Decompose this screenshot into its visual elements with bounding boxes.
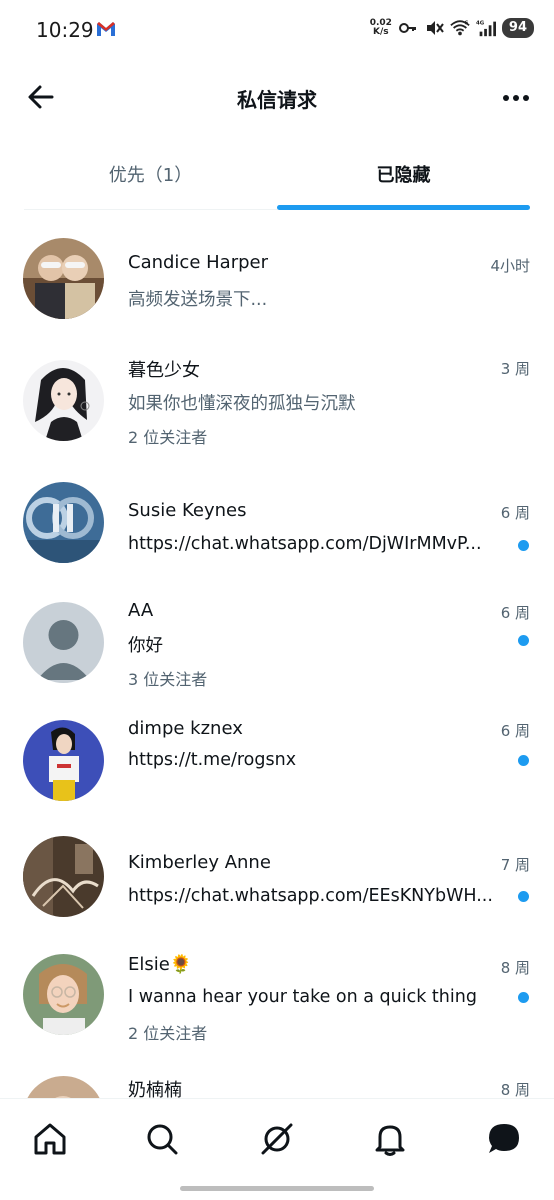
follower-count: 2 位关注者	[128, 1024, 208, 1043]
message-time: 6 周	[500, 504, 530, 522]
network-type: 4G	[476, 20, 485, 26]
network-speed: 0.02 K/s	[370, 19, 392, 37]
status-bar: 10:29 0.02 K/s 6 4G 94	[0, 0, 554, 60]
status-icons: 0.02 K/s 6 4G 94	[370, 18, 534, 38]
page-title: 私信请求	[237, 88, 317, 112]
message-time: 6 周	[500, 604, 530, 622]
message-time: 8 周	[500, 959, 530, 977]
gmail-icon	[97, 22, 115, 36]
search-icon[interactable]	[142, 1119, 182, 1159]
contact-name: Candice Harper	[128, 252, 268, 273]
message-preview: 你好	[128, 636, 163, 656]
bottom-navigation	[0, 1098, 554, 1200]
avatar	[23, 482, 104, 563]
conversation-row[interactable]: Kimberley Anne 7 周 https://chat.whatsapp…	[0, 814, 554, 932]
message-time: 7 周	[500, 856, 530, 874]
unread-dot	[518, 635, 529, 646]
conversation-row[interactable]: dimpe kznex 6 周 https://t.me/rogsnx	[0, 698, 554, 814]
unread-dot	[518, 755, 529, 766]
conversation-row[interactable]: Elsie🌻 8 周 I wanna hear your take on a q…	[0, 932, 554, 1054]
tab-priority[interactable]: 优先（1）	[24, 146, 277, 210]
avatar	[23, 954, 104, 1035]
more-options-icon[interactable]	[498, 80, 534, 116]
grok-icon[interactable]	[257, 1119, 297, 1159]
follower-count: 2 位关注者	[128, 428, 208, 447]
request-tabs: 优先（1） 已隐藏	[24, 146, 530, 210]
message-time: 6 周	[500, 722, 530, 740]
message-preview: I wanna hear your take on a quick thing	[128, 987, 477, 1007]
message-preview: https://chat.whatsapp.com/EEsKNYbWH...	[128, 886, 493, 906]
messages-icon[interactable]	[484, 1119, 524, 1159]
follower-count: 3 位关注者	[128, 670, 208, 689]
wifi-badge: 6	[464, 20, 468, 26]
message-preview: 如果你也懂深夜的孤独与沉默	[128, 394, 356, 414]
notifications-icon[interactable]	[370, 1119, 410, 1159]
avatar	[23, 360, 104, 441]
contact-name: AA	[128, 600, 154, 621]
message-preview: https://t.me/rogsnx	[128, 750, 297, 770]
conversation-row[interactable]: AA 6 周 你好 3 位关注者	[0, 576, 554, 698]
avatar	[23, 720, 104, 801]
unread-dot	[518, 891, 529, 902]
home-icon[interactable]	[30, 1119, 70, 1159]
contact-name: 暮色少女	[128, 360, 200, 381]
contact-name: dimpe kznex	[128, 718, 243, 739]
status-time: 10:29	[36, 18, 94, 42]
home-indicator[interactable]	[180, 1186, 374, 1191]
app-header: 私信请求	[0, 60, 554, 132]
avatar	[23, 238, 104, 319]
mute-icon	[426, 21, 444, 35]
contact-name: Kimberley Anne	[128, 852, 271, 873]
conversation-row[interactable]: Susie Keynes 6 周 https://chat.whatsapp.c…	[0, 458, 554, 576]
network-speed-unit: K/s	[372, 27, 389, 37]
message-preview: https://chat.whatsapp.com/DjWIrMMvP...	[128, 534, 482, 554]
message-time: 3 周	[500, 360, 530, 378]
key-icon	[398, 23, 416, 33]
message-time: 8 周	[500, 1081, 530, 1099]
conversation-row[interactable]: 暮色少女 3 周 如果你也懂深夜的孤独与沉默 2 位关注者	[0, 336, 554, 458]
unread-dot	[518, 992, 529, 1003]
avatar	[23, 602, 104, 683]
wifi-icon: 6	[450, 20, 470, 36]
message-preview: 高频发送场景下...	[128, 290, 268, 310]
active-tab-indicator	[277, 205, 530, 210]
dm-requests-screen: 10:29 0.02 K/s 6 4G 94 私信请求 优先（1） 已隐藏 Ca…	[0, 0, 554, 1200]
contact-name: Elsie🌻	[128, 954, 193, 975]
avatar	[23, 836, 104, 917]
cellular-signal-icon: 4G	[476, 20, 496, 37]
contact-name: Susie Keynes	[128, 500, 247, 521]
unread-dot	[518, 540, 529, 551]
tab-hidden[interactable]: 已隐藏	[277, 146, 530, 210]
battery-indicator: 94	[501, 18, 534, 38]
message-time: 4小时	[490, 257, 530, 275]
conversation-row[interactable]: Candice Harper 4小时 高频发送场景下...	[0, 216, 554, 336]
